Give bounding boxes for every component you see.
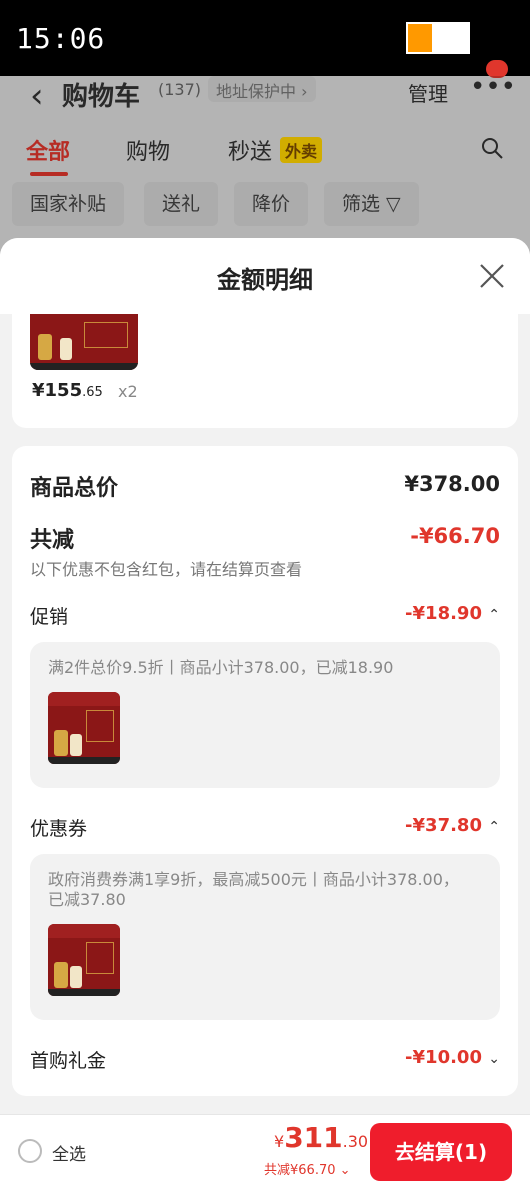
chevron-down-icon: ⌄ — [488, 1051, 500, 1067]
promo-value[interactable]: -¥18.90 ⌃ — [405, 603, 500, 624]
product-image-base — [48, 757, 120, 764]
select-all-checkbox[interactable] — [18, 1139, 42, 1163]
goods-total-label: 商品总价 — [30, 476, 119, 501]
battery-icon — [406, 22, 470, 54]
product-quantity: x2 — [118, 382, 138, 401]
chevron-up-icon: ⌃ — [488, 607, 500, 623]
coupon-value[interactable]: -¥37.80 ⌃ — [405, 815, 500, 836]
coupon-detail-text: 政府消费券满1享9折，最高减500元丨商品小计378.00，已减37.80 — [48, 870, 459, 909]
product-image-base — [48, 989, 120, 996]
close-icon[interactable] — [478, 262, 506, 290]
total-price: ¥311.30 — [274, 1121, 368, 1154]
checkout-button[interactable]: 去结算(1) — [370, 1123, 512, 1181]
coupon-label: 优惠券 — [30, 818, 88, 840]
product-bottle-image — [60, 338, 72, 360]
first-gift-amount: -¥10.00 — [405, 1047, 482, 1068]
coupon-detail-box: 政府消费券满1享9折，最高减500元丨商品小计378.00，已减37.80 — [30, 854, 500, 1020]
product-box-image — [84, 322, 128, 348]
product-price-dec: .65 — [82, 385, 103, 400]
product-image-band — [48, 924, 120, 938]
status-time: 15:06 — [16, 22, 106, 55]
product-bottle-image — [70, 734, 82, 756]
total-reduction-label: 共减 — [30, 528, 75, 553]
product-image[interactable] — [30, 314, 138, 370]
product-price: ¥155.65 — [32, 380, 103, 401]
total-saved-toggle[interactable]: 共减¥66.70 ⌄ — [264, 1159, 351, 1178]
select-all-label[interactable]: 全选 — [52, 1140, 86, 1165]
amount-breakdown-card: 商品总价 ¥378.00 共减 -¥66.70 以下优惠不包含红包，请在结算页查… — [12, 446, 518, 1096]
promo-amount: -¥18.90 — [405, 603, 482, 624]
promo-detail-text: 满2件总价9.5折丨商品小计378.00，已减18.90 — [48, 658, 394, 677]
battery-level — [408, 24, 432, 52]
chevron-up-icon: ⌃ — [488, 819, 500, 835]
total-dec: .30 — [342, 1132, 369, 1151]
promo-product-image[interactable] — [48, 692, 120, 764]
coupon-product-image[interactable] — [48, 924, 120, 996]
total-currency: ¥ — [274, 1132, 285, 1151]
product-bottle-image — [54, 730, 68, 756]
product-card: ¥155.65 x2 — [12, 314, 518, 428]
promo-detail-box: 满2件总价9.5折丨商品小计378.00，已减18.90 — [30, 642, 500, 788]
total-int: 311 — [284, 1121, 343, 1154]
promo-label: 促销 — [30, 606, 69, 628]
sheet-header: 金额明细 — [0, 238, 530, 314]
sheet-title: 金额明细 — [217, 266, 313, 294]
product-price-int: ¥155 — [32, 380, 83, 401]
product-bottle-image — [70, 966, 82, 988]
first-gift-value[interactable]: -¥10.00 ⌄ — [405, 1047, 500, 1068]
product-box-image — [86, 942, 114, 974]
first-gift-label: 首购礼金 — [30, 1050, 107, 1072]
product-image-band — [48, 692, 120, 706]
total-reduction-value: -¥66.70 — [410, 524, 500, 548]
checkout-bar: 全选 ¥311.30 共减¥66.70 ⌄ 去结算(1) — [0, 1114, 530, 1188]
product-bottle-image — [54, 962, 68, 988]
status-bar: 15:06 — [0, 0, 530, 76]
product-bottle-image — [38, 334, 52, 360]
product-box-image — [86, 710, 114, 742]
product-image-base — [30, 363, 138, 370]
coupon-amount: -¥37.80 — [405, 815, 482, 836]
goods-total-value: ¥378.00 — [404, 472, 500, 496]
red-packet-note: 以下优惠不包含红包，请在结算页查看 — [30, 560, 303, 579]
amount-detail-sheet: 金额明细 ¥155.65 x2 商品总价 ¥378.00 共减 -¥66.70 … — [0, 238, 530, 1188]
